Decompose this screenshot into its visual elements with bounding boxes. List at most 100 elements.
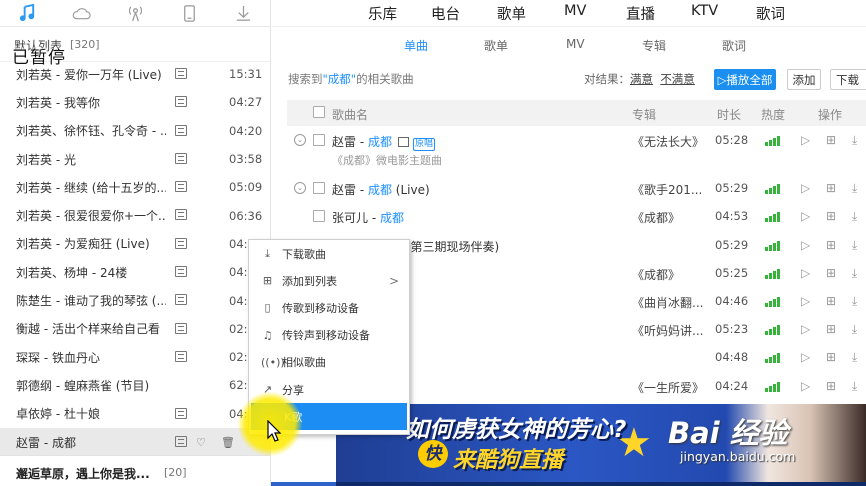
result-album[interactable]: 《成都》 — [632, 266, 680, 283]
menu-item-phone[interactable]: ▯ 传歌到移动设备 — [249, 294, 409, 321]
second-playlist-header[interactable]: 邂逅草原，遇上你是我... [20] — [0, 455, 270, 486]
tab-albums[interactable]: 专辑 — [642, 37, 666, 54]
song-list-item[interactable]: 衡越 - 活出个样来给自己看 02:1 — [0, 315, 270, 343]
tab-lyrics[interactable]: 歌词 — [722, 37, 746, 54]
result-album[interactable]: 《听妈妈讲... — [632, 322, 703, 339]
tab-mv[interactable]: MV — [566, 37, 585, 51]
nav-live[interactable]: 直播 — [626, 3, 655, 24]
mv-icon[interactable] — [175, 350, 187, 362]
row-ops[interactable]: ▷ ⊞ ⤓ — [801, 209, 863, 224]
row-ops[interactable]: ▷ ⊞ ⤓ — [801, 238, 863, 253]
mv-icon[interactable] — [175, 266, 187, 278]
mv-icon[interactable] — [175, 68, 187, 79]
baidu-url: jingyan.baidu.com — [680, 449, 796, 464]
result-title[interactable]: 张可儿 - 成都 — [332, 209, 404, 226]
trash-icon[interactable]: 🗑 — [221, 436, 235, 449]
add-button[interactable]: 添加 — [787, 69, 821, 90]
nav-playlists[interactable]: 歌单 — [497, 3, 526, 24]
satisfied-link[interactable]: 满意 — [630, 72, 653, 86]
mv-icon[interactable] — [175, 181, 187, 193]
result-song[interactable]: 成都 — [380, 211, 404, 225]
select-all-checkbox[interactable] — [313, 106, 325, 118]
song-list-item[interactable]: 刘若英 - 继续 (给十五岁的... 05:09 — [0, 173, 270, 201]
song-list-item[interactable]: 刘若英、徐怀钰、孔令奇 - ... 04:20 — [0, 117, 270, 145]
row-checkbox[interactable] — [313, 134, 325, 146]
radio-icon[interactable] — [108, 0, 162, 27]
row-ops[interactable]: ▷ ⊞ ⤓ — [801, 350, 863, 365]
row-ops[interactable]: ▷ ⊞ ⤓ — [801, 133, 863, 148]
mv-icon[interactable] — [175, 407, 187, 419]
phone-icon[interactable] — [162, 0, 216, 27]
download-icon[interactable] — [216, 0, 270, 27]
mv-icon[interactable] — [175, 152, 187, 164]
song-list-item[interactable]: 郭德纲 - 蝗麻燕雀 (节目) 62:2 — [0, 371, 270, 399]
result-album[interactable]: 《成都》 — [632, 209, 680, 226]
song-list-item[interactable]: 琛琛 - 铁血丹心 02:5 — [0, 343, 270, 371]
result-title[interactable]: 赵雷 - 成都 (Live) — [332, 181, 430, 198]
menu-item-signal[interactable]: ((•)) 相似歌曲 — [249, 349, 409, 376]
download-button[interactable]: 下载 — [830, 69, 866, 90]
result-album[interactable]: 《一生所爱》 — [632, 379, 704, 396]
row-ops[interactable]: ▷ ⊞ ⤓ — [801, 266, 863, 281]
result-album[interactable]: 《无法长大》 — [632, 133, 704, 150]
mv-icon[interactable] — [175, 322, 187, 334]
heart-icon[interactable]: ♡ — [196, 436, 206, 449]
col-heat: 热度 — [761, 108, 786, 122]
result-album[interactable]: 《歌手201... — [632, 181, 702, 198]
result-row[interactable]: ⌄ 赵雷 - 成都 原唱 《无法长大》 05:28 ▷ ⊞ ⤓ — [287, 126, 866, 154]
song-list-item[interactable]: 卓依婷 - 杜十娘 04: — [0, 400, 270, 428]
second-playlist-name[interactable]: 邂逅草原，遇上你是我... — [16, 465, 150, 482]
nav-mv[interactable]: MV — [564, 3, 586, 19]
nav-ktv[interactable]: KTV — [691, 3, 718, 19]
mv-icon[interactable] — [175, 435, 187, 447]
kugou-window: 默认列表 [320] 已暂停 刘若英 - 爱你一万年 (Live) 15:31 刘若… — [0, 0, 866, 486]
playlist-header[interactable]: 默认列表 [320] 已暂停 — [0, 27, 270, 68]
row-ops[interactable]: ▷ ⊞ ⤓ — [801, 322, 863, 337]
tab-playlists[interactable]: 歌单 — [484, 37, 508, 54]
expand-icon[interactable]: ⌄ — [294, 182, 306, 195]
row-ops[interactable]: ▷ ⊞ ⤓ — [801, 181, 863, 196]
song-list-item[interactable]: 刘若英 - 我等你 04:27 — [0, 88, 270, 116]
col-ops: 操作 — [818, 108, 843, 122]
results-table-header: 歌曲名 专辑 时长 热度 操作 — [287, 100, 866, 126]
song-list-item[interactable]: 赵雷 - 成都 ♡ 🗑 — [0, 427, 270, 457]
result-song[interactable]: 成都 — [368, 183, 392, 197]
menu-item-add[interactable]: ⊞ 添加到列表 > — [249, 267, 409, 294]
row-ops[interactable]: ▷ ⊞ ⤓ — [801, 379, 863, 394]
result-row[interactable]: 张可儿 - 成都 《成都》 04:53 ▷ ⊞ ⤓ — [287, 202, 866, 230]
play-all-button[interactable]: ▷播放全部 — [714, 69, 776, 90]
mv-icon[interactable] — [175, 124, 187, 136]
song-title: 刘若英 - 继续 (给十五岁的... — [16, 180, 166, 195]
nav-radio[interactable]: 电台 — [431, 3, 460, 24]
mv-icon[interactable] — [175, 96, 187, 108]
mv-icon[interactable] — [175, 237, 187, 249]
result-duration: 05:29 — [715, 181, 749, 196]
song-list-item[interactable]: 刘若英 - 爱你一万年 (Live) 15:31 — [0, 60, 270, 88]
menu-item-bell[interactable]: ♫ 传铃声到移动设备 — [249, 322, 409, 349]
music-note-icon[interactable] — [0, 0, 54, 27]
unsatisfied-link[interactable]: 不满意 — [660, 72, 695, 86]
result-title[interactable]: 赵雷 - 成都 原唱 — [332, 133, 435, 151]
result-album[interactable]: 《曲肖冰翻... — [632, 294, 703, 311]
result-row[interactable]: ⌄ 赵雷 - 成都 (Live) 《歌手201... 05:29 ▷ ⊞ ⤓ — [287, 174, 866, 202]
song-list-item[interactable]: 刘若英 - 为爱痴狂 (Live) 04:3 — [0, 230, 270, 258]
song-list-item[interactable]: 刘若英 - 光 03:58 — [0, 145, 270, 173]
menu-item-download[interactable]: ⤓ 下载歌曲 — [249, 240, 409, 267]
row-checkbox[interactable] — [313, 210, 325, 223]
result-song[interactable]: 成都 — [368, 135, 392, 149]
nav-library[interactable]: 乐库 — [368, 3, 397, 24]
cloud-icon[interactable] — [54, 0, 108, 27]
mv-icon[interactable] — [175, 209, 187, 221]
song-list-item[interactable]: 刘若英、杨坤 - 24楼 04: — [0, 258, 270, 286]
song-list-item[interactable]: 刘若英 - 很爱很爱你+一个... 06:36 — [0, 201, 270, 229]
row-checkbox[interactable] — [313, 182, 325, 195]
song-list-item[interactable]: 陈楚生 - 谁动了我的琴弦 (... 04:0 — [0, 286, 270, 314]
row-ops[interactable]: ▷ ⊞ ⤓ — [801, 294, 863, 309]
result-duration: 05:29 — [715, 237, 749, 252]
expand-icon[interactable]: ⌄ — [294, 134, 306, 146]
tab-songs[interactable]: 单曲 — [404, 37, 428, 54]
mv-icon[interactable] — [397, 137, 409, 147]
mv-icon[interactable] — [175, 294, 187, 306]
song-title: 刘若英 - 为爱痴狂 (Live) — [16, 237, 150, 252]
nav-lyrics[interactable]: 歌词 — [756, 3, 785, 24]
